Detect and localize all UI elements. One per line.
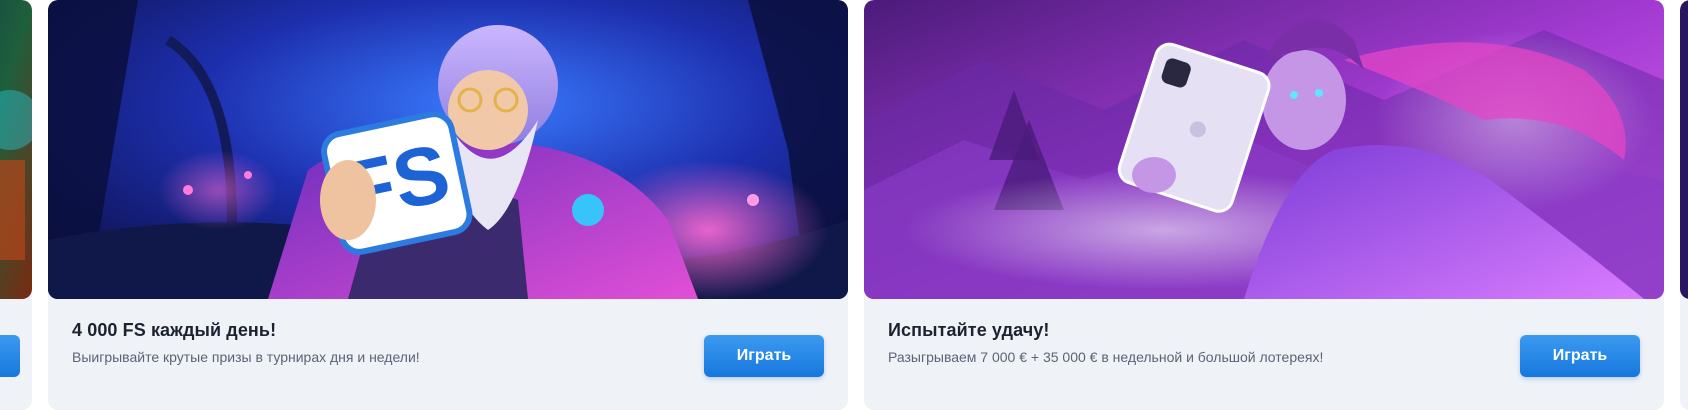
promo-description: Разыгрываем 7 000 € + 35 000 € в недельн… [888, 349, 1324, 365]
promo-title: Испытайте удачу! [888, 320, 1050, 340]
promo-image-sorceress [864, 0, 1664, 299]
promo-card-next [1680, 0, 1688, 410]
promo-image-previous [0, 0, 32, 299]
wizard-fs-illustration: FS [48, 0, 848, 299]
play-button[interactable]: Играть [704, 335, 824, 377]
play-button-previous[interactable] [0, 335, 20, 377]
promo-image-next [1680, 0, 1688, 299]
play-button[interactable]: Играть [1520, 335, 1640, 377]
promo-image-wizard: FS [48, 0, 848, 299]
promo-card-lottery: Испытайте удачу! Разыгрываем 7 000 € + 3… [864, 0, 1664, 410]
sorceress-tablet-illustration [864, 0, 1664, 299]
promo-card-daily-fs: FS 4 000 FS каждый день! Выигрывайте кру… [48, 0, 848, 410]
promo-description: Выигрывайте крутые призы в турнирах дня … [72, 349, 420, 365]
promo-card-previous [0, 0, 32, 410]
promo-title: 4 000 FS каждый день! [72, 320, 277, 340]
